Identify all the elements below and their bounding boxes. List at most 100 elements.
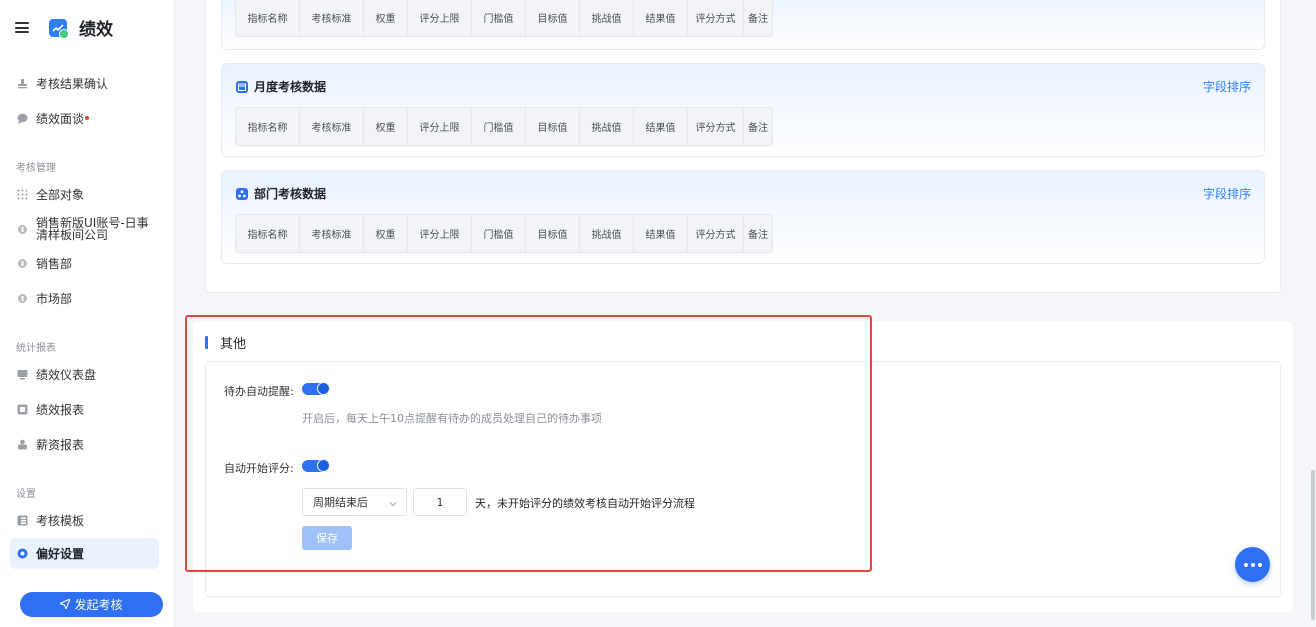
section-title-text: 其他 — [220, 337, 247, 352]
data-card-monthly: 月度考核数据 字段排序 指标名称 考核标准 权重 评分上限 门槛值 目标值 挑战值 结果值 评分… — [221, 63, 1265, 157]
column-header: 结果值 — [634, 0, 688, 36]
sidebar: 绩效 考核结果确认 绩效面谈 考核管理 全部对象 销售新版UI账号-日事清样板间… — [0, 0, 175, 627]
card-title: 月度考核数据 — [236, 78, 326, 95]
section-accent-bar — [205, 336, 208, 349]
section-label-reports: 统计报表 — [16, 343, 56, 354]
sidebar-item-label: 销售新版UI账号-日事清样板间公司 — [36, 216, 149, 242]
period-select[interactable]: 周期结束后 — [302, 488, 407, 516]
money-icon — [17, 439, 28, 450]
days-input[interactable] — [413, 488, 467, 516]
sidebar-item-marketing-dept[interactable]: 市场部 — [10, 283, 159, 313]
org-icon — [17, 293, 28, 304]
column-header: 指标名称 — [236, 0, 300, 36]
launch-review-button[interactable]: 发起考核 — [20, 592, 163, 617]
org-icon — [17, 224, 28, 235]
sidebar-item-label: 考核结果确认 — [36, 76, 109, 91]
sidebar-header: 绩效 — [0, 0, 174, 55]
send-icon — [58, 597, 72, 612]
column-header: 目标值 — [526, 0, 580, 36]
notification-dot — [85, 116, 90, 120]
more-dots-icon — [1250, 562, 1255, 567]
launch-review-label: 发起考核 — [74, 598, 123, 612]
report-icon — [17, 404, 28, 415]
card-title-text: 月度考核数据 — [254, 80, 327, 94]
auto-reminder-label: 待办自动提醒: — [224, 385, 294, 398]
auto-reminder-toggle[interactable] — [302, 382, 330, 395]
sidebar-item-salary-report[interactable]: 薪资报表 — [10, 429, 159, 459]
column-header-row: 指标名称 考核标准 权重 评分上限 门槛值 目标值 挑战值 结果值 评分方式 备注 — [235, 0, 773, 37]
column-header: 结果值 — [634, 108, 688, 145]
sidebar-item-label: 考核模板 — [36, 513, 85, 528]
sidebar-item-interview[interactable]: 绩效面谈 — [10, 103, 159, 133]
monitor-icon — [17, 369, 28, 380]
more-dots-icon — [1257, 562, 1262, 567]
column-header: 挑战值 — [580, 215, 634, 252]
save-button[interactable]: 保存 — [302, 526, 352, 550]
sidebar-item-label: 全部对象 — [36, 187, 85, 202]
card-title-text: 部门考核数据 — [254, 187, 327, 201]
auto-scoring-suffix: 天，未开始评分的绩效考核自动开始评分流程 — [475, 497, 695, 510]
column-header: 考核标准 — [300, 108, 364, 145]
calendar-icon — [236, 80, 248, 93]
sidebar-item-label: 绩效报表 — [36, 402, 85, 417]
column-header: 评分上限 — [408, 0, 472, 36]
auto-reminder-hint: 开启后，每天上午10点提醒有待办的成员处理自己的待办事项 — [302, 412, 602, 425]
sidebar-item-label: 绩效仪表盘 — [36, 367, 97, 382]
column-header: 备注 — [748, 123, 768, 134]
column-header: 门槛值 — [472, 215, 526, 252]
column-header: 权重 — [364, 108, 408, 145]
sidebar-item-company[interactable]: 销售新版UI账号-日事清样板间公司 — [10, 211, 159, 247]
field-sort-link[interactable]: 字段排序 — [1203, 185, 1251, 202]
data-card-department: 部门考核数据 字段排序 指标名称 考核标准 权重 评分上限 门槛值 目标值 挑战值 结果值 评分… — [221, 170, 1265, 264]
column-header: 考核标准 — [300, 215, 364, 252]
column-header-row: 指标名称 考核标准 权重 评分上限 门槛值 目标值 挑战值 结果值 评分方式 备注 — [235, 107, 773, 146]
column-header: 目标值 — [526, 108, 580, 145]
period-select-value: 周期结束后 — [313, 496, 368, 509]
auto-scoring-label: 自动开始评分: — [224, 462, 294, 475]
sidebar-item-label: 薪资报表 — [36, 437, 85, 452]
other-settings-body — [205, 361, 1281, 597]
org-icon — [17, 258, 28, 269]
chevron-down-icon — [389, 498, 397, 511]
sidebar-item-label: 销售部 — [36, 256, 73, 271]
column-header: 门槛值 — [472, 0, 526, 36]
sidebar-item-sales-dept[interactable]: 销售部 — [10, 248, 159, 278]
section-title-other: 其他 — [205, 333, 246, 352]
sidebar-item-label: 偏好设置 — [36, 547, 85, 561]
column-header: 指标名称 — [236, 215, 300, 252]
column-header: 备注 — [748, 14, 768, 25]
section-label-manage: 考核管理 — [16, 163, 56, 174]
field-sort-link[interactable]: 字段排序 — [1203, 78, 1251, 95]
auto-scoring-toggle[interactable] — [302, 459, 330, 472]
column-header: 考核标准 — [300, 0, 364, 36]
column-header: 挑战值 — [580, 0, 634, 36]
column-header: 权重 — [364, 0, 408, 36]
sidebar-item-dashboard[interactable]: 绩效仪表盘 — [10, 359, 159, 389]
sidebar-item-label: 绩效面谈 — [36, 111, 85, 126]
column-header: 评分上限 — [408, 108, 472, 145]
column-header: 评分方式 — [688, 0, 744, 36]
column-header-row: 指标名称 考核标准 权重 评分上限 门槛值 目标值 挑战值 结果值 评分方式 备注 — [235, 214, 773, 253]
app-logo-icon — [49, 18, 69, 39]
column-header: 门槛值 — [472, 108, 526, 145]
sidebar-item-all-objects[interactable]: 全部对象 — [10, 179, 159, 209]
sidebar-item-result-confirm[interactable]: 考核结果确认 — [10, 68, 159, 98]
sidebar-item-preferences[interactable]: 偏好设置 — [10, 538, 159, 569]
grid-dots-icon — [17, 189, 28, 200]
sidebar-item-report[interactable]: 绩效报表 — [10, 394, 159, 424]
department-icon — [236, 187, 248, 200]
section-label-settings: 设置 — [16, 489, 36, 500]
more-options-button[interactable] — [1235, 547, 1270, 582]
column-header: 评分上限 — [408, 215, 472, 252]
chat-icon — [17, 113, 28, 124]
sidebar-item-label: 市场部 — [36, 291, 73, 306]
column-header: 备注 — [748, 230, 768, 241]
menu-icon[interactable] — [15, 22, 29, 33]
more-dots-icon — [1243, 562, 1248, 567]
scrollbar[interactable] — [1311, 470, 1315, 620]
column-header: 指标名称 — [236, 108, 300, 145]
sidebar-item-templates[interactable]: 考核模板 — [10, 505, 159, 535]
data-card-top: 指标名称 考核标准 权重 评分上限 门槛值 目标值 挑战值 结果值 评分方式 备注 — [221, 0, 1265, 50]
column-header: 评分方式 — [688, 215, 744, 252]
column-header: 挑战值 — [580, 108, 634, 145]
